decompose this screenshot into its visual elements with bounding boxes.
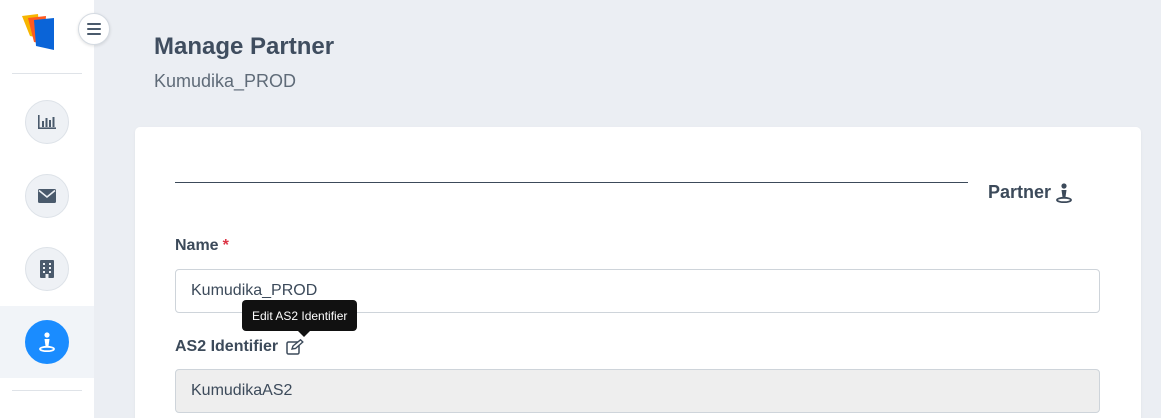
section-heading-label: Partner <box>988 182 1052 202</box>
edit-as2-identifier-tooltip: Edit AS2 Identifier <box>242 300 358 331</box>
edit-icon <box>286 339 304 355</box>
envelope-icon <box>38 189 56 203</box>
sidebar-divider <box>12 73 82 74</box>
sidebar-toggle-button[interactable] <box>78 13 110 45</box>
edit-as2-identifier-button[interactable] <box>286 339 304 355</box>
section-divider <box>175 182 968 183</box>
sidebar-divider <box>12 390 82 391</box>
section-heading: Partner <box>988 182 1072 203</box>
sidebar-item-dashboard[interactable] <box>0 86 94 158</box>
bar-chart-icon <box>38 115 56 129</box>
sidebar-item-partners[interactable] <box>0 306 94 378</box>
name-field-label: Name * <box>175 237 229 255</box>
page-title: Manage Partner <box>154 33 335 60</box>
name-label-text: Name <box>175 237 219 254</box>
as2-identifier-input[interactable] <box>175 369 1100 413</box>
sidebar-item-organizations[interactable] <box>0 233 94 305</box>
tooltip-arrow <box>298 331 310 337</box>
building-icon <box>40 260 54 278</box>
as2-identifier-label-text: AS2 Identifier <box>175 338 279 355</box>
page-subtitle: Kumudika_PROD <box>154 71 297 91</box>
as2-identifier-field-label: AS2 Identifier <box>175 338 304 356</box>
sidebar <box>0 0 94 418</box>
app-logo-icon[interactable] <box>20 12 60 54</box>
menu-icon <box>87 23 101 35</box>
partner-icon <box>39 332 55 352</box>
partner-icon <box>1056 182 1072 203</box>
required-marker: * <box>222 237 229 254</box>
sidebar-item-messages[interactable] <box>0 160 94 232</box>
partner-form-card: Partner Name * AS2 Identifier <box>135 127 1141 418</box>
